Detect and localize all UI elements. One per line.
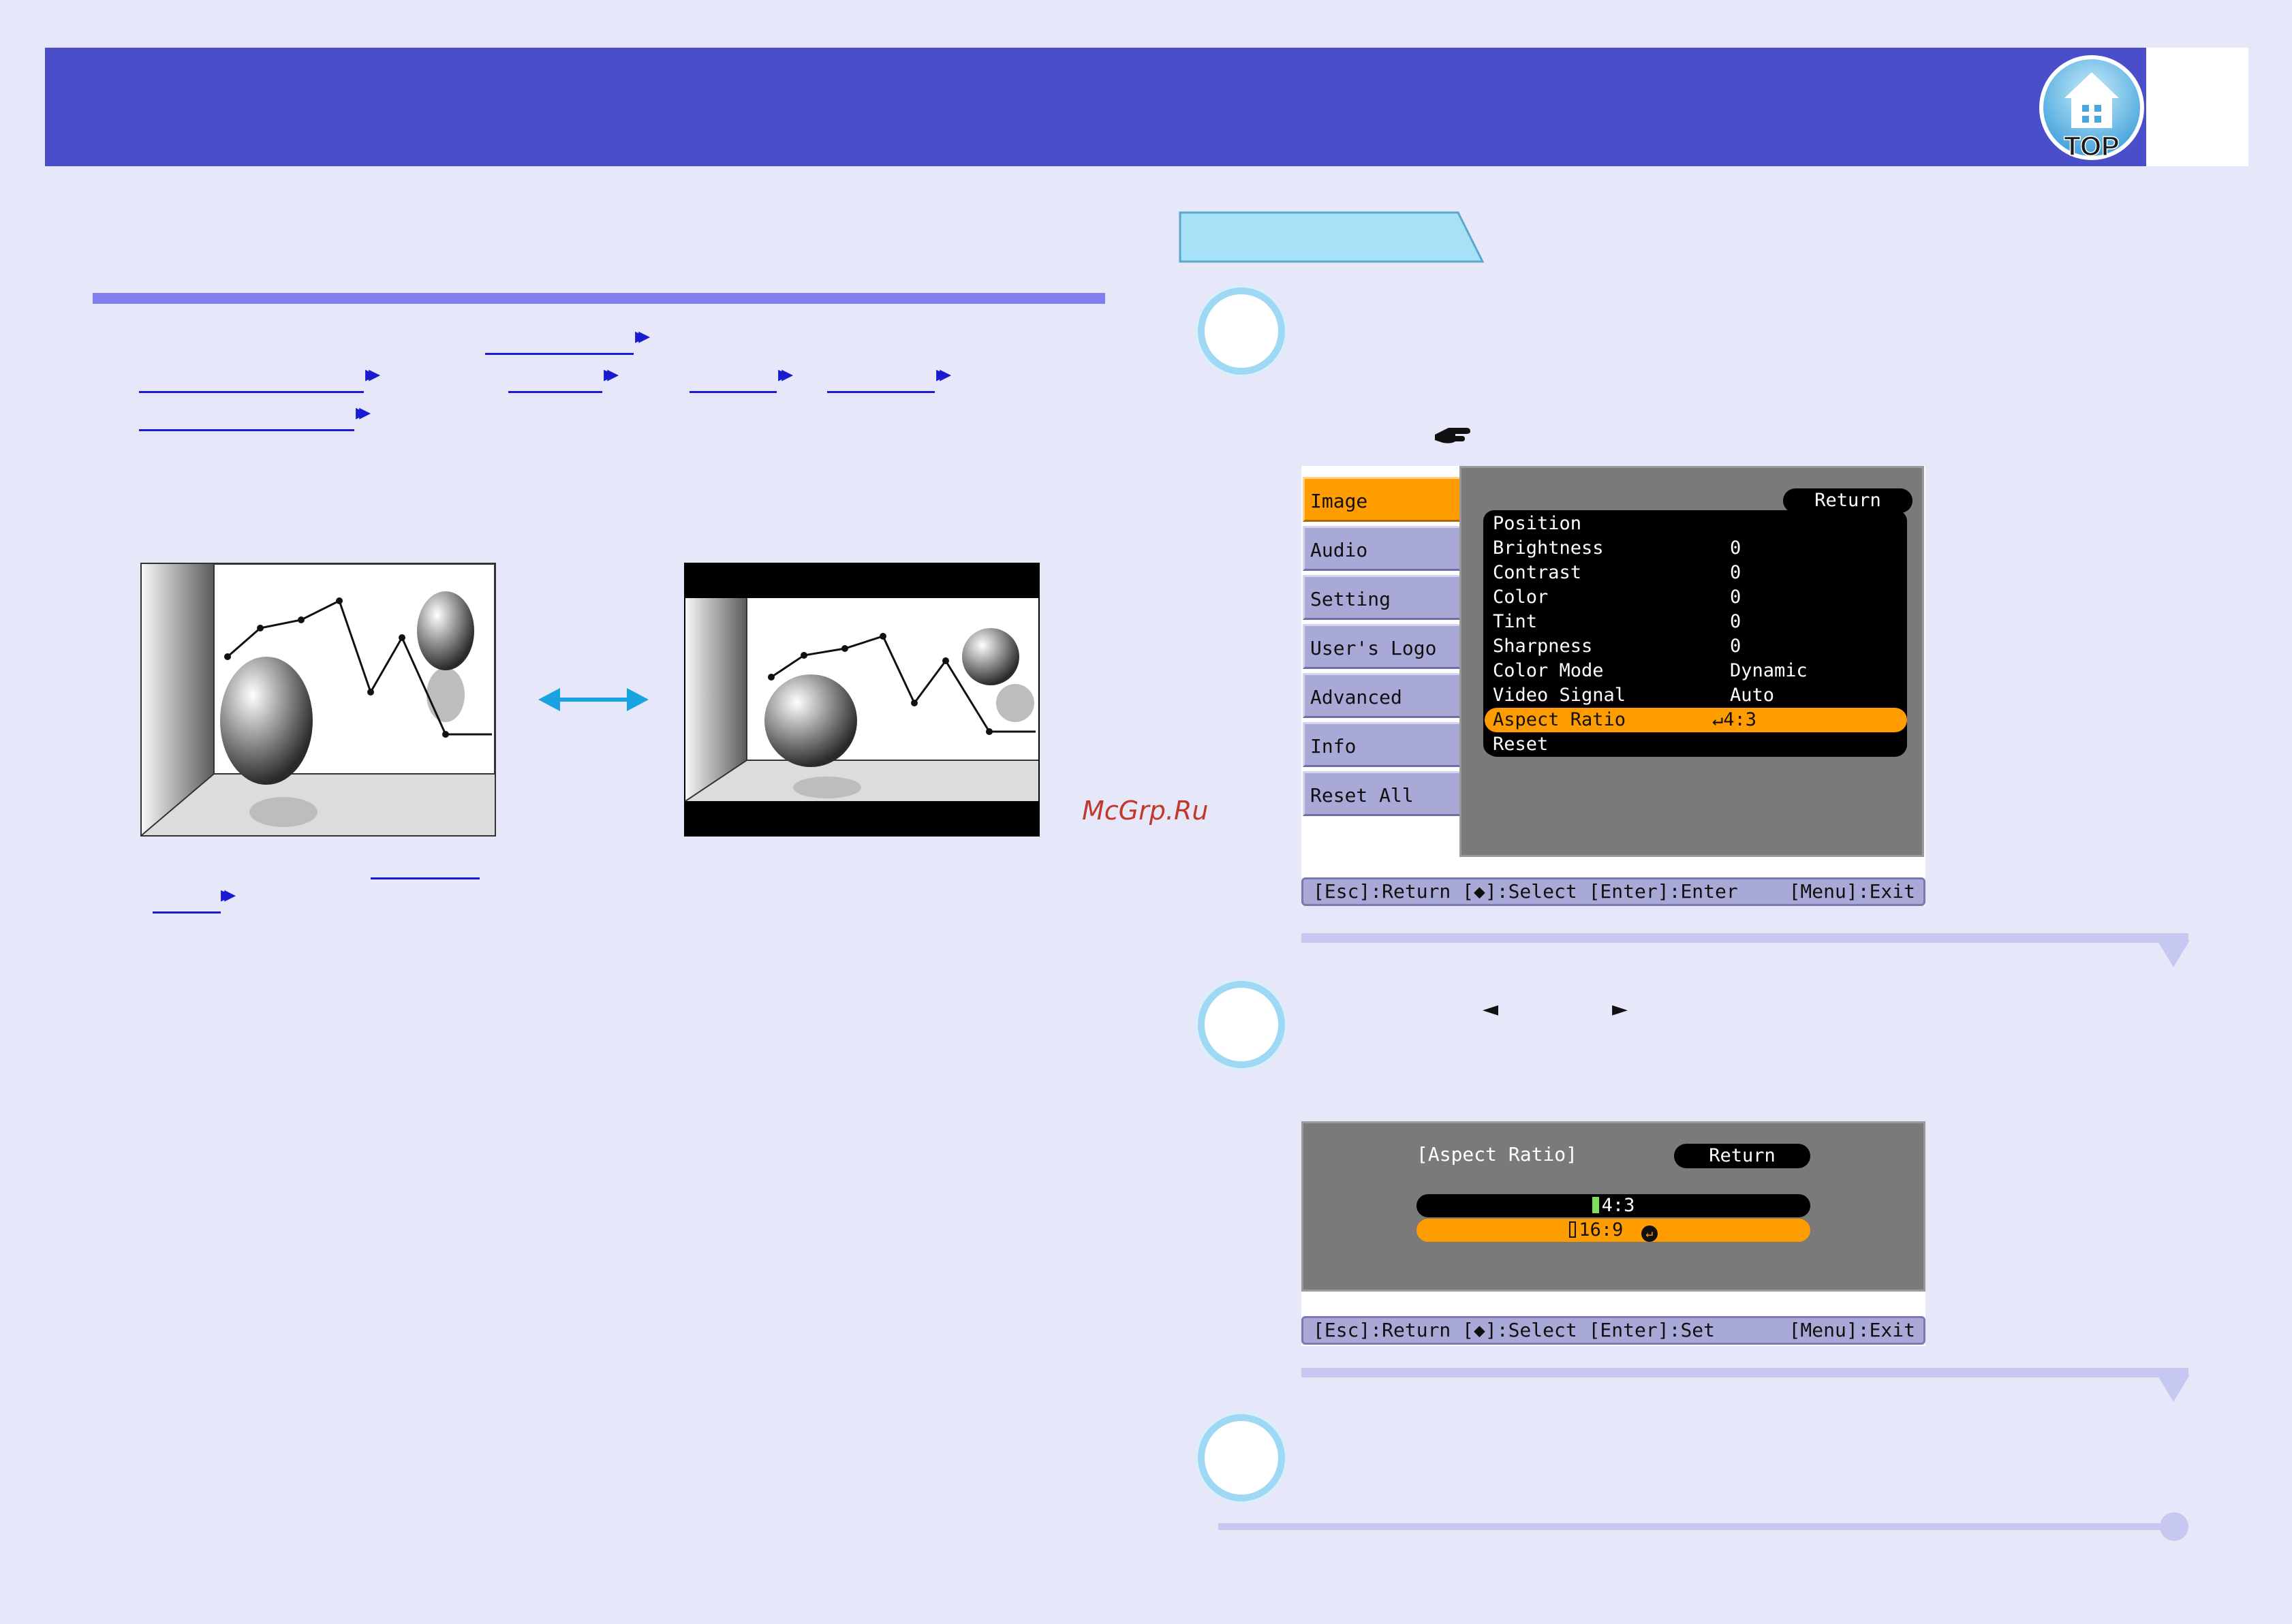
aspect-4-3-illustration — [140, 563, 496, 837]
menu-tab-audio[interactable]: Audio — [1303, 526, 1464, 571]
cross-ref-link[interactable] — [485, 353, 634, 355]
double-arrow-icon — [538, 688, 649, 711]
step-separator — [1301, 1368, 2188, 1377]
link-arrow-icon: ▸▸ — [604, 360, 619, 388]
link-arrow-icon: ▸▸ — [221, 881, 236, 908]
return-button[interactable]: Return — [1674, 1144, 1810, 1168]
menu-item-sharpness[interactable]: Sharpness 0 — [1485, 634, 1907, 659]
menu-tab-image[interactable]: Image — [1303, 477, 1473, 522]
step-2-marker — [1198, 981, 1285, 1068]
top-home-icon[interactable]: TOP — [2037, 53, 2146, 162]
current-setting-indicator — [1592, 1197, 1599, 1213]
link-arrow-icon: ▸▸ — [635, 322, 650, 349]
menu-item-color[interactable]: Color 0 — [1485, 585, 1907, 610]
end-rule — [1218, 1523, 2172, 1530]
link-arrow-icon: ▸▸ — [356, 399, 371, 426]
cross-ref-link[interactable] — [371, 877, 480, 879]
menu-panel: Return Position Brightness 0 Contrast 0 Co… — [1459, 466, 1924, 857]
menu-item-tint[interactable]: Tint 0 — [1485, 610, 1907, 634]
menu-item-position[interactable]: Position — [1485, 512, 1907, 536]
link-arrow-icon: ▸▸ — [365, 360, 380, 388]
cross-ref-link[interactable] — [139, 391, 364, 393]
menu-tab-reset-all[interactable]: Reset All — [1303, 771, 1464, 816]
setting-indicator — [1569, 1221, 1577, 1238]
option-16-9[interactable]: 16:9 ↵ — [1416, 1219, 1810, 1242]
cross-ref-link[interactable] — [139, 429, 354, 431]
aspect-ratio-title: [Aspect Ratio] — [1416, 1143, 1578, 1166]
menu-tab-users-logo[interactable]: User's Logo — [1303, 624, 1464, 669]
step-3-marker — [1198, 1414, 1285, 1501]
menu-item-video-signal[interactable]: Video Signal Auto — [1485, 683, 1907, 708]
section-rule — [93, 293, 1105, 304]
menu-tab-info[interactable]: Info — [1303, 722, 1464, 767]
end-rule-dot — [2160, 1512, 2188, 1541]
enter-icon: ↵ — [1641, 1225, 1658, 1242]
menu-help-bar: [Esc]:Return [◆]:Select [Enter]:Enter [M… — [1301, 877, 1925, 906]
menu-item-contrast[interactable]: Contrast 0 — [1485, 561, 1907, 585]
top-badge-label: TOP — [2064, 131, 2120, 161]
left-arrow-key-icon: ◄ — [1483, 997, 1499, 1021]
aspect-help-bar: [Esc]:Return [◆]:Select [Enter]:Set [Men… — [1301, 1316, 1925, 1345]
header-band — [45, 48, 2146, 166]
aspect-panel: [Aspect Ratio] Return 4:3 16:9 ↵ — [1301, 1121, 1925, 1292]
cross-ref-link[interactable] — [508, 391, 602, 393]
menu-item-color-mode[interactable]: Color Mode Dynamic — [1485, 659, 1907, 683]
return-button[interactable]: Return — [1783, 488, 1912, 513]
projector-menu-screenshot: Image Audio Setting User's Logo Advanced… — [1301, 466, 1925, 906]
link-arrow-icon: ▸▸ — [778, 360, 793, 388]
menu-item-brightness[interactable]: Brightness 0 — [1485, 536, 1907, 561]
menu-tab-advanced[interactable]: Advanced — [1303, 673, 1464, 718]
menu-item-reset[interactable]: Reset — [1485, 732, 1907, 757]
header-corner — [2146, 48, 2248, 166]
right-arrow-key-icon: ► — [1612, 997, 1628, 1021]
link-arrow-icon: ▸▸ — [936, 360, 951, 388]
cross-ref-link[interactable] — [153, 911, 221, 914]
aspect-ratio-screenshot: [Aspect Ratio] Return 4:3 16:9 ↵ [Esc]:R… — [1301, 1121, 1925, 1346]
step-1-marker — [1198, 287, 1285, 375]
step-separator-arrow — [2157, 940, 2190, 967]
cross-ref-link[interactable] — [690, 391, 777, 393]
menu-tab-setting[interactable]: Setting — [1303, 575, 1464, 620]
aspect-16-9-illustration — [684, 563, 1040, 837]
menu-item-aspect-ratio[interactable]: Aspect Ratio ↵4:3 — [1485, 708, 1907, 732]
hand-pointer-icon — [1435, 428, 1470, 443]
step-separator — [1301, 933, 2188, 943]
step-separator-arrow — [2157, 1375, 2190, 1402]
cross-ref-link[interactable] — [827, 391, 935, 393]
option-4-3[interactable]: 4:3 — [1416, 1194, 1810, 1217]
procedure-tab — [1179, 211, 1485, 263]
watermark: McGrp.Ru — [1082, 796, 1209, 826]
